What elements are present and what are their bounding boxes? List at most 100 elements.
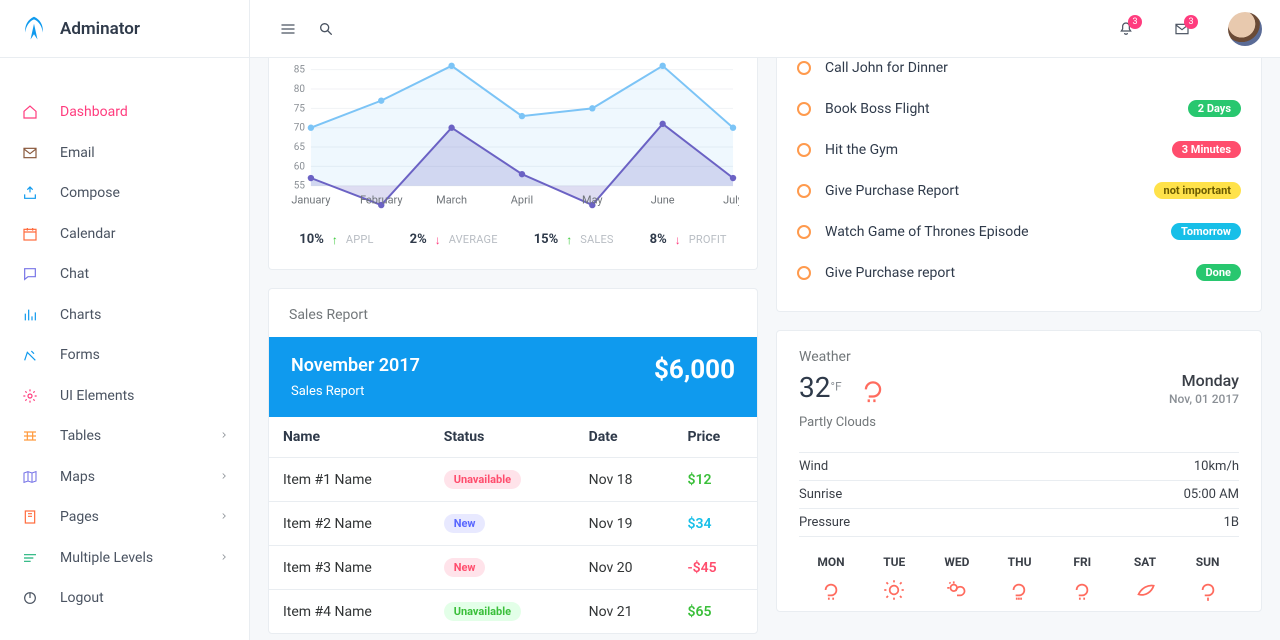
sidebar-item-label: Charts [60, 307, 101, 323]
sidebar-item-pages[interactable]: Pages [0, 497, 249, 538]
notifications-button[interactable]: 3 [1118, 21, 1134, 37]
sidebar-item-multiple-levels[interactable]: Multiple Levels [0, 538, 249, 579]
forecast-day-icon [944, 577, 970, 603]
svg-text:March: March [436, 194, 467, 207]
forecast-day[interactable]: TUE [881, 555, 907, 603]
weather-date: Nov, 01 2017 [1169, 392, 1239, 406]
forecast-day-icon [1132, 577, 1158, 603]
checkbox-icon[interactable] [797, 266, 811, 280]
line-chart: 5560657075808590JanuaryFebruaryMarchApri… [287, 58, 739, 210]
chart-stat-appl: 10% ↑ APPL [299, 232, 373, 247]
sidebar-item-forms[interactable]: Forms [0, 335, 249, 376]
weather-day: Monday [1182, 371, 1239, 390]
sales-table: NameStatusDatePrice Item #1 NameUnavaila… [269, 417, 757, 633]
table-row[interactable]: Item #1 NameUnavailableNov 18$12 [269, 458, 757, 502]
cell-name: Item #2 Name [269, 502, 430, 546]
forecast-day[interactable]: FRI [1069, 555, 1095, 603]
checkbox-icon[interactable] [797, 143, 811, 157]
todo-text: Give Purchase Report [825, 183, 959, 199]
user-avatar[interactable] [1228, 12, 1262, 46]
sidebar-item-charts[interactable]: Charts [0, 295, 249, 336]
checkbox-icon[interactable] [797, 225, 811, 239]
sidebar-item-chat[interactable]: Chat [0, 254, 249, 295]
status-badge: New [444, 514, 486, 533]
arrow-up-icon: ↑ [566, 233, 572, 247]
search-button[interactable] [318, 21, 334, 37]
forecast-day[interactable]: THU [1007, 555, 1033, 603]
table-row[interactable]: Item #4 NameUnavailableNov 21$65 [269, 590, 757, 634]
forecast-day[interactable]: SUN [1195, 555, 1221, 603]
arrow-down-icon: ↓ [675, 233, 681, 247]
todo-item[interactable]: Book Boss Flight2 Days [797, 88, 1241, 129]
table-row[interactable]: Item #2 NameNewNov 19$34 [269, 502, 757, 546]
sidebar-item-maps[interactable]: Maps [0, 457, 249, 498]
cell-price: $65 [687, 604, 711, 620]
todo-text: Watch Game of Thrones Episode [825, 224, 1029, 240]
stat-label: Sales [580, 233, 613, 246]
sidebar-item-label: Pages [60, 509, 99, 525]
chart-stat-sales: 15%↑Sales [534, 232, 614, 247]
todo-text: Hit the Gym [825, 142, 898, 158]
checkbox-icon[interactable] [797, 102, 811, 116]
sales-month: November 2017 [291, 355, 420, 376]
sidebar-item-label: UI Elements [60, 388, 134, 404]
arrow-up-icon: ↑ [332, 233, 338, 247]
stat-pct: 2% [410, 232, 427, 247]
todo-tag: Tomorrow [1171, 223, 1241, 240]
sidebar-item-dashboard[interactable]: Dashboard [0, 92, 249, 133]
forecast-day-icon [818, 577, 844, 603]
todo-item[interactable]: Call John for Dinner [797, 58, 1241, 88]
forecast-day-icon [1195, 577, 1221, 603]
todo-card: Call John for DinnerBook Boss Flight2 Da… [776, 58, 1262, 312]
sidebar-item-compose[interactable]: Compose [0, 173, 249, 214]
chevron-right-icon [219, 470, 229, 484]
svg-text:June: June [651, 194, 675, 207]
col-status: Status [430, 417, 575, 458]
svg-text:May: May [582, 194, 603, 207]
stat-label: Profit [689, 233, 727, 246]
arrow-down-icon: ↓ [435, 233, 441, 247]
checkbox-icon[interactable] [797, 61, 811, 75]
weather-row-val: 1B [1224, 515, 1239, 530]
forecast-day-label: TUE [883, 555, 905, 569]
svg-text:70: 70 [294, 123, 306, 134]
col-name: Name [269, 417, 430, 458]
col-price: Price [673, 417, 757, 458]
stat-label: APPL [346, 233, 374, 246]
stat-pct: 10% [299, 232, 324, 247]
brand-row[interactable]: Adminator [0, 0, 249, 58]
sidebar-item-label: Compose [60, 185, 120, 201]
sidebar-item-tables[interactable]: Tables [0, 416, 249, 457]
forecast-day-label: SUN [1196, 555, 1220, 569]
chart-stat-profit: 8%↓Profit [650, 232, 727, 247]
svg-text:July: July [723, 194, 739, 207]
sidebar-item-calendar[interactable]: Calendar [0, 214, 249, 255]
sidebar-item-logout[interactable]: Logout [0, 578, 249, 619]
search-icon [318, 21, 334, 37]
weather-temp: 32 [799, 371, 830, 404]
todo-tag: 3 Minutes [1172, 141, 1241, 158]
forecast-day-icon [1007, 577, 1033, 603]
table-row[interactable]: Item #3 NameNewNov 20-$45 [269, 546, 757, 590]
checkbox-icon[interactable] [797, 184, 811, 198]
sidebar-item-ui-elements[interactable]: UI Elements [0, 376, 249, 417]
todo-item[interactable]: Watch Game of Thrones Episode Tomorrow [797, 211, 1241, 252]
forecast-day[interactable]: WED [944, 555, 970, 603]
todo-item[interactable]: Give Purchase Reportnot important [797, 170, 1241, 211]
calendar-icon [20, 226, 40, 242]
todo-item[interactable]: Hit the Gym 3 Minutes [797, 129, 1241, 170]
forecast-day[interactable]: SAT [1132, 555, 1158, 603]
forms-icon [20, 347, 40, 363]
svg-text:February: February [360, 194, 403, 207]
todo-item[interactable]: Give Purchase reportDone [797, 252, 1241, 293]
forecast-day[interactable]: MON [817, 555, 844, 603]
sidebar-item-label: Tables [60, 428, 101, 444]
compose-icon [20, 185, 40, 201]
cell-price: $12 [687, 472, 711, 488]
svg-text:60: 60 [294, 161, 306, 172]
menu-toggle-button[interactable] [280, 21, 296, 37]
sidebar-item-email[interactable]: Email [0, 133, 249, 174]
messages-button[interactable]: 3 [1174, 21, 1190, 37]
brand-name: Adminator [60, 19, 140, 39]
weather-main-icon [856, 371, 890, 409]
